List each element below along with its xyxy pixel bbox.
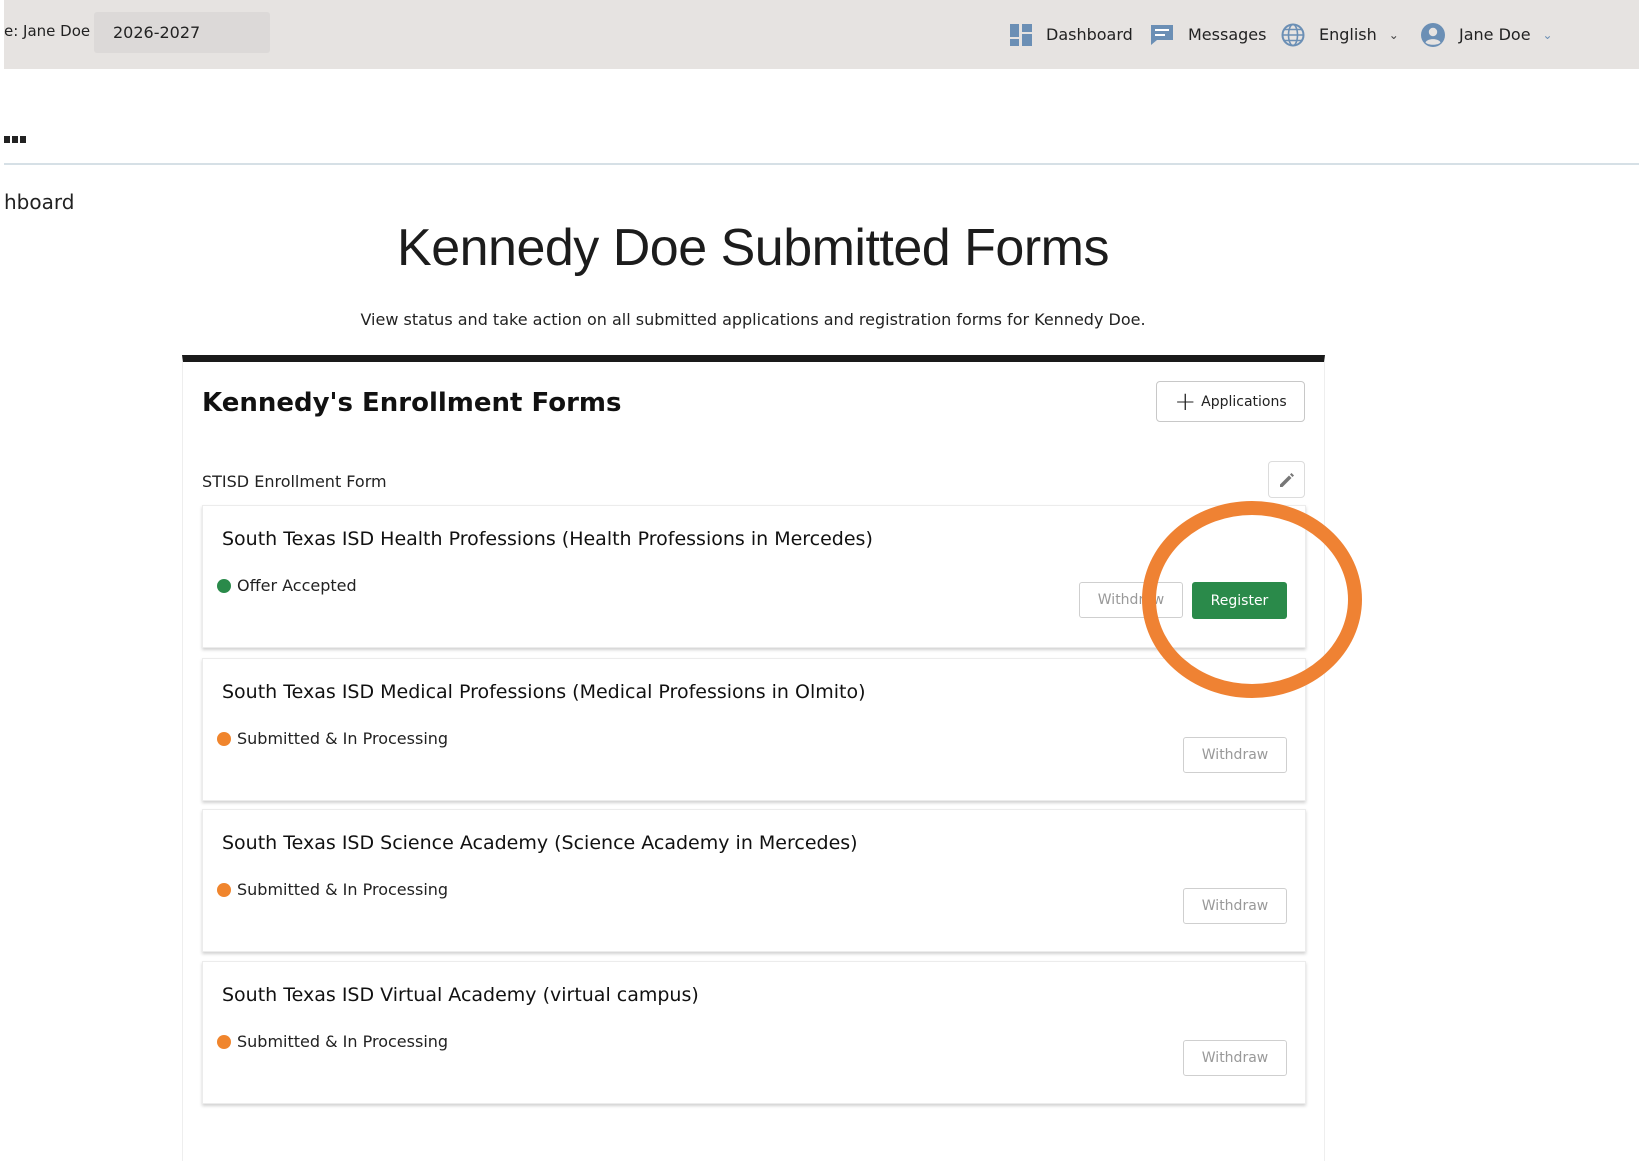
withdraw-button[interactable]: Withdraw: [1079, 582, 1183, 618]
globe-icon: [1281, 23, 1305, 46]
user-name-label: Jane Doe: [1459, 25, 1531, 44]
program-title: South Texas ISD Health Professions (Heal…: [222, 528, 873, 550]
enrollment-forms-card: Kennedy's Enrollment Forms + Application…: [182, 355, 1325, 1161]
school-year-selector[interactable]: 2026-2027: [94, 12, 270, 53]
breadcrumb[interactable]: hboard: [4, 190, 74, 214]
secondary-header: [4, 70, 1639, 165]
list-item: South Texas ISD Science Academy (Science…: [202, 809, 1306, 952]
messages-label: Messages: [1188, 25, 1267, 44]
program-title: South Texas ISD Science Academy (Science…: [222, 832, 858, 854]
language-label: English: [1319, 25, 1377, 44]
withdraw-label: Withdraw: [1201, 898, 1269, 914]
logo-icon: [4, 136, 26, 143]
edit-button[interactable]: [1268, 461, 1305, 498]
user-menu[interactable]: Jane Doe ⌄: [1421, 0, 1553, 69]
dashboard-label: Dashboard: [1046, 25, 1133, 44]
list-item: South Texas ISD Health Professions (Heal…: [202, 505, 1306, 648]
status-badge: Submitted & In Processing: [217, 729, 448, 748]
status-label: Offer Accepted: [237, 576, 357, 595]
status-label: Submitted & In Processing: [237, 1032, 449, 1051]
status-dot: [217, 578, 231, 593]
status-badge: Submitted & In Processing: [217, 880, 448, 899]
message-icon: [1151, 24, 1173, 45]
status-label: Submitted & In Processing: [237, 729, 449, 748]
school-year-label: 2026-2027: [113, 23, 201, 42]
chevron-down-icon: ⌄: [1388, 27, 1399, 42]
withdraw-button[interactable]: Withdraw: [1183, 737, 1287, 773]
add-applications-button[interactable]: + Applications: [1156, 381, 1305, 422]
status-dot: [217, 1034, 231, 1049]
withdraw-label: Withdraw: [1097, 592, 1165, 608]
form-section-label: STISD Enrollment Form: [202, 472, 387, 491]
chevron-down-icon: ⌄: [1542, 27, 1553, 42]
withdraw-label: Withdraw: [1201, 747, 1269, 763]
avatar-icon: [1421, 22, 1445, 47]
register-label: Register: [1210, 592, 1269, 609]
messages-link[interactable]: Messages: [1150, 0, 1266, 69]
program-title: South Texas ISD Virtual Academy (virtual…: [222, 984, 699, 1006]
program-title: South Texas ISD Medical Professions (Med…: [222, 681, 866, 703]
status-badge: Offer Accepted: [217, 576, 357, 595]
withdraw-button[interactable]: Withdraw: [1183, 888, 1287, 924]
status-dot: [217, 731, 231, 746]
user-prefix: e: Jane Doe: [4, 22, 91, 40]
withdraw-button[interactable]: Withdraw: [1183, 1040, 1287, 1076]
top-bar: e: Jane Doe 2026-2027 Dashboard Messages…: [4, 0, 1639, 69]
applications-label: Applications: [1201, 393, 1287, 410]
list-item: South Texas ISD Virtual Academy (virtual…: [202, 961, 1306, 1104]
status-badge: Submitted & In Processing: [217, 1032, 448, 1051]
status-dot: [217, 882, 231, 897]
page-title: Kennedy Doe Submitted Forms: [397, 219, 1109, 277]
pencil-icon: [1279, 472, 1294, 487]
language-selector[interactable]: English ⌄: [1281, 0, 1399, 69]
dashboard-icon: [1010, 23, 1032, 46]
dashboard-link[interactable]: Dashboard: [1010, 0, 1133, 69]
page-subtitle: View status and take action on all submi…: [360, 310, 1146, 329]
status-label: Submitted & In Processing: [237, 880, 449, 899]
card-title: Kennedy's Enrollment Forms: [202, 388, 622, 418]
withdraw-label: Withdraw: [1201, 1050, 1269, 1066]
list-item: South Texas ISD Medical Professions (Med…: [202, 658, 1306, 801]
register-button[interactable]: Register: [1192, 582, 1287, 619]
plus-icon: +: [1174, 386, 1197, 417]
